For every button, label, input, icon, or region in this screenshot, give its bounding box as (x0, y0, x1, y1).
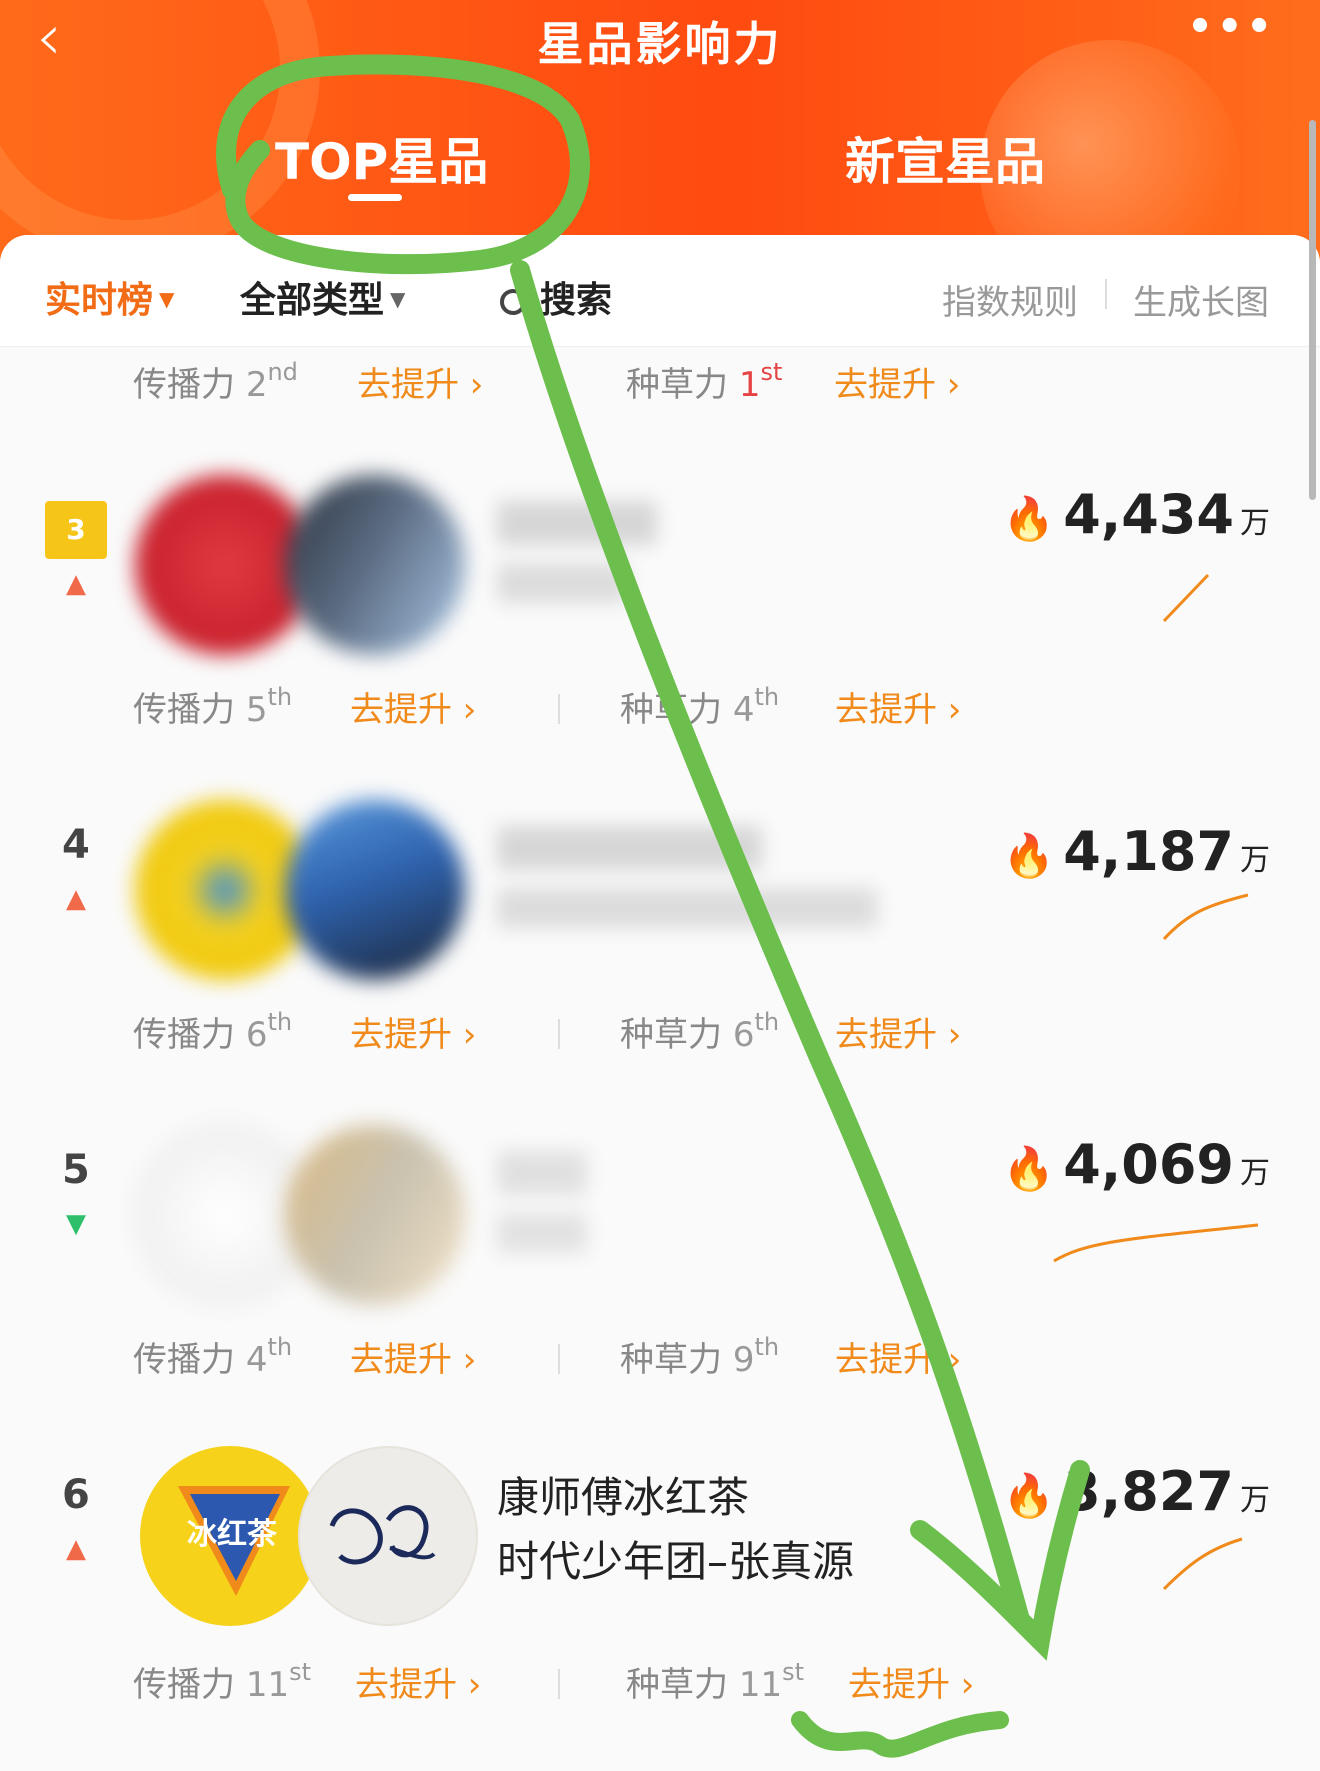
stat-label: 传播力 4th (133, 1333, 293, 1380)
stats-row-4: 传播力 6th 去提升 › 种草力 6th 去提升 › (0, 1007, 1320, 1067)
search-icon (500, 289, 526, 315)
rank-number: 6 (62, 1472, 90, 1518)
trend-sparkline (1053, 1223, 1259, 1263)
product-name (497, 1151, 587, 1195)
rank-down-icon: ▼ (66, 1209, 86, 1239)
realtime-ranking-dropdown[interactable]: 实时榜 ▼ (45, 271, 174, 323)
boost-link[interactable]: 去提升 › (350, 1332, 476, 1381)
celebrity-name (497, 888, 877, 928)
stat-label: 种草力 1st (626, 358, 783, 405)
svg-text:冰红茶: 冰红茶 (187, 1517, 278, 1552)
celebrity-avatar (285, 1125, 465, 1305)
trend-sparkline (1162, 573, 1210, 623)
fire-icon: 🔥 (1002, 1144, 1056, 1193)
brand-avatar: 冰红茶 (140, 1446, 320, 1626)
stats-row-3: 传播力 5th 去提升 › 种草力 4th 去提升 › (0, 682, 1320, 742)
more-icon[interactable]: ••• (1187, 4, 1276, 50)
type-label: 全部类型 (240, 280, 385, 321)
stat-label: 传播力 11st (133, 1658, 311, 1705)
score: 🔥 4,187 万 (1002, 820, 1270, 883)
divider (558, 1019, 560, 1049)
butterfly-icon (329, 1505, 436, 1565)
score: 🔥 3,827 万 (1002, 1460, 1270, 1523)
celebrity-name: 时代少年团–张真源 (497, 1537, 855, 1586)
boost-link[interactable]: 去提升 › (834, 357, 960, 406)
caret-down-icon: ▼ (159, 287, 175, 311)
divider (558, 1669, 560, 1699)
stats-row-5: 传播力 4th 去提升 › 种草力 9th 去提升 › (0, 1332, 1320, 1392)
boost-link[interactable]: 去提升 › (835, 1007, 961, 1056)
rank-badge: 3 (45, 501, 107, 559)
divider (1105, 279, 1107, 309)
product-name (497, 826, 762, 870)
stat-label: 传播力 2nd (133, 358, 298, 405)
product-name: 康师傅冰红茶 (497, 1473, 750, 1522)
scrollbar[interactable] (1309, 120, 1316, 500)
filter-bar: 实时榜 ▼ 全部类型 ▼ 搜索 指数规则 生成长图 (0, 235, 1320, 347)
boost-link[interactable]: 去提升 › (835, 682, 961, 731)
boost-link[interactable]: 去提升 › (350, 682, 476, 731)
celebrity-avatar (285, 475, 465, 655)
ranking-panel: 实时榜 ▼ 全部类型 ▼ 搜索 指数规则 生成长图 传播力 2nd 去提升 › 种草… (0, 235, 1320, 1771)
search-button[interactable]: 搜索 (500, 271, 612, 323)
tab-new-products[interactable]: 新宣星品 (845, 122, 1045, 194)
boost-link[interactable]: 去提升 › (848, 1657, 974, 1706)
header-bar: ‹ 星品影响力 ••• TOP星品 新宣星品 (0, 0, 1320, 270)
stats-row-6: 传播力 11st 去提升 › 种草力 11st 去提升 › (0, 1657, 1320, 1717)
boost-link[interactable]: 去提升 › (350, 1007, 476, 1056)
search-label: 搜索 (540, 280, 613, 321)
product-name (497, 501, 657, 545)
trend-sparkline (1162, 893, 1249, 941)
stat-label: 种草力 11st (626, 1658, 804, 1705)
stat-label: 传播力 6th (133, 1008, 293, 1055)
stat-label: 种草力 6th (620, 1008, 780, 1055)
stat-label: 传播力 5th (133, 683, 293, 730)
active-tab-indicator (348, 194, 402, 201)
trend-sparkline (1162, 1537, 1243, 1591)
index-rules-link[interactable]: 指数规则 (942, 275, 1078, 324)
celebrity-avatar (298, 1446, 478, 1626)
tab-top-products[interactable]: TOP星品 (275, 122, 488, 194)
type-dropdown[interactable]: 全部类型 ▼ (240, 271, 405, 323)
ice-tea-logo-icon: 冰红茶 (178, 1486, 290, 1596)
rank-number: 4 (62, 822, 90, 868)
page-title: 星品影响力 (537, 17, 783, 71)
rank-up-icon: ▲ (66, 1534, 86, 1564)
rank-number: 5 (62, 1147, 90, 1193)
boost-link[interactable]: 去提升 › (835, 1332, 961, 1381)
score: 🔥 4,069 万 (1002, 1133, 1270, 1196)
score: 🔥 4,434 万 (1002, 483, 1270, 546)
celebrity-avatar (285, 800, 465, 980)
fire-icon: 🔥 (1002, 831, 1056, 880)
fire-icon: 🔥 (1002, 1471, 1056, 1520)
divider (558, 694, 560, 724)
realtime-ranking-label: 实时榜 (45, 280, 154, 321)
rank-up-icon: ▲ (66, 569, 86, 599)
rank-up-icon: ▲ (66, 884, 86, 914)
stat-label: 种草力 4th (620, 683, 780, 730)
stat-label: 种草力 9th (620, 1333, 780, 1380)
boost-link[interactable]: 去提升 › (355, 1657, 481, 1706)
celebrity-name (497, 563, 627, 603)
fire-icon: 🔥 (1002, 494, 1056, 543)
celebrity-name (497, 1213, 587, 1253)
generate-long-image-link[interactable]: 生成长图 (1133, 275, 1269, 324)
caret-down-icon: ▼ (390, 287, 406, 311)
boost-link[interactable]: 去提升 › (357, 357, 483, 406)
stats-row-prev: 传播力 2nd 去提升 › 种草力 1st 去提升 › (0, 357, 1320, 417)
divider (558, 1344, 560, 1374)
